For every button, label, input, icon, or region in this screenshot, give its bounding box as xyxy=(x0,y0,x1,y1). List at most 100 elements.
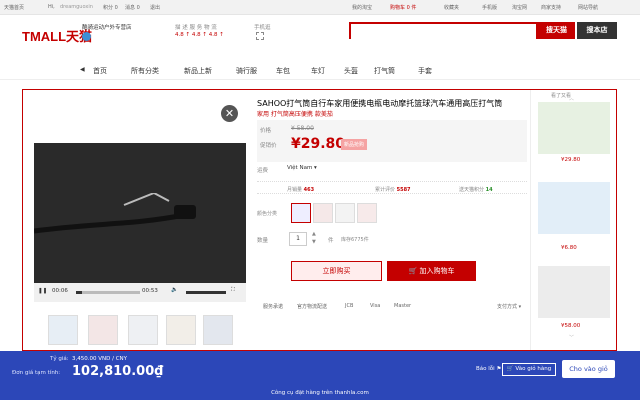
username-link[interactable]: dreamguoxin xyxy=(60,4,93,10)
promo-badge: 新品抢购 xyxy=(341,139,368,150)
buy-now-button[interactable]: 立即购买 xyxy=(291,261,382,281)
thumbnail[interactable] xyxy=(88,315,118,345)
price-box: 价格 ¥ 58.00 促销价 ¥29.80 新品抢购 xyxy=(257,120,527,162)
volume-icon[interactable]: 🔈 xyxy=(171,287,178,293)
go-to-cart-button[interactable]: 🛒 Vào giỏ hàng xyxy=(502,363,556,376)
recommended-price: ¥29.80 xyxy=(561,157,581,163)
mobile-shop-label: 手机逛 xyxy=(254,25,271,31)
sidebar-title: 看了又看 xyxy=(551,93,572,99)
search-store-button[interactable]: 搜本店 xyxy=(577,22,617,39)
tmall-points: 送天猫积分 14 xyxy=(459,187,493,193)
pause-icon[interactable]: ❚❚ xyxy=(38,288,47,294)
store-ratings-values: 4.8 ↑ 4.8 ↑ 4.8 ↑ xyxy=(175,32,224,38)
chevron-up-icon[interactable]: ︿ xyxy=(569,95,574,102)
overlay-footer: Công cụ đặt hàng trên thanhla.com xyxy=(271,390,369,396)
tmall-home-link[interactable]: 天猫首页 xyxy=(4,4,24,11)
store-badge-icon xyxy=(82,32,91,41)
nav-item-all[interactable]: 所有分类 xyxy=(131,66,159,76)
shipping-destination-select[interactable]: Việt Nam ▾ xyxy=(287,165,317,171)
chevron-down-icon[interactable]: ﹀ xyxy=(569,334,574,341)
nav-item-gloves[interactable]: 手套 xyxy=(418,66,432,76)
taobao-link[interactable]: 淘宝网 xyxy=(512,4,527,11)
store-name[interactable]: 酷骑运动户外专营店 xyxy=(82,23,132,31)
recommended-product-image[interactable] xyxy=(538,266,610,318)
service-item: 服务承诺 xyxy=(263,304,284,310)
thumbnail[interactable] xyxy=(203,315,233,345)
nav-item-lights[interactable]: 车灯 xyxy=(311,66,325,76)
quantity-input[interactable]: 1 xyxy=(289,232,307,246)
nav-item-new[interactable]: 新品上新 xyxy=(184,66,212,76)
original-price: ¥ 58.00 xyxy=(291,125,314,132)
cart-icon: 🛒 xyxy=(506,366,514,372)
product-panel: ✕ ❚❚ 00:06 00:53 🔈 ⛶ SAHOO打气筒自行车家用便携电瓶电动… xyxy=(22,89,617,351)
color-swatch[interactable] xyxy=(357,203,377,223)
video-progress-bar[interactable] xyxy=(76,291,140,294)
quantity-up-icon[interactable]: ▲ xyxy=(312,231,316,237)
service-item: 官方物流配送 xyxy=(297,304,328,310)
thumbnail[interactable] xyxy=(48,315,78,345)
recommended-product-image[interactable] xyxy=(538,102,610,154)
search-tmall-button[interactable]: 搜天猫 xyxy=(538,22,575,39)
color-swatch[interactable] xyxy=(335,203,355,223)
recommended-price: ¥58.00 xyxy=(561,323,581,329)
price-label: 价格 xyxy=(260,128,272,134)
add-to-cart-button[interactable]: 🛒 加入购物车 xyxy=(387,261,476,281)
video-controls: ❚❚ 00:06 00:53 🔈 ⛶ xyxy=(34,283,246,302)
order-tool-bar: Tỷ giá: 3,450.00 VND / CNY Đơn giá tạm t… xyxy=(0,351,640,400)
recommended-product-image[interactable] xyxy=(538,182,610,234)
product-title: SAHOO打气筒自行车家用便携电瓶电动摩托篮球汽车通用高压打气筒 xyxy=(257,99,503,108)
review-count[interactable]: 累计评价 5587 xyxy=(375,186,411,193)
product-video[interactable]: ❚❚ 00:06 00:53 🔈 ⛶ xyxy=(34,143,246,302)
logout-link[interactable]: 退出 xyxy=(150,4,160,11)
shipping-label: 运费 xyxy=(257,168,269,174)
nav-item-bags[interactable]: 车包 xyxy=(276,66,290,76)
favorites-link[interactable]: 收藏夹 xyxy=(444,4,459,11)
nav-item-helmets[interactable]: 头盔 xyxy=(344,66,358,76)
thumbnail-strip xyxy=(48,315,248,345)
payment-visa: Visa xyxy=(370,303,381,309)
store-nav: ◀ 首页 所有分类 新品上新 骑行服 车包 车灯 头盔 打气筒 手套 xyxy=(0,62,640,80)
cart-icon: 🛒 xyxy=(408,267,418,275)
thumbnail[interactable] xyxy=(128,315,158,345)
video-time-total: 00:53 xyxy=(142,288,158,294)
color-swatch[interactable] xyxy=(291,203,311,223)
stock-count: 库存6775件 xyxy=(341,237,369,243)
payment-methods-dropdown[interactable]: 支付方式 ▾ xyxy=(497,303,521,310)
merchant-link[interactable]: 商家支持 xyxy=(541,4,561,11)
messages-link[interactable]: 消息 0 xyxy=(125,4,140,11)
add-to-cart-vn-button[interactable]: Cho vào giỏ xyxy=(562,360,615,378)
close-icon[interactable]: ✕ xyxy=(221,105,238,122)
color-label: 颜色分类 xyxy=(257,211,278,217)
flag-icon: ⚑ xyxy=(496,366,502,372)
quantity-down-icon[interactable]: ▼ xyxy=(312,239,316,245)
sales-stats: 月销量 463 累计评价 5587 送天猫积分 14 xyxy=(257,181,527,194)
color-swatch[interactable] xyxy=(313,203,333,223)
search-input[interactable] xyxy=(351,31,536,45)
exchange-rate-label: Tỷ giá: xyxy=(50,356,69,362)
thumbnail[interactable] xyxy=(166,315,196,345)
monthly-sales: 月销量 463 xyxy=(287,187,315,193)
quantity-unit: 件 xyxy=(328,238,334,244)
volume-slider[interactable] xyxy=(186,291,226,294)
fullscreen-icon[interactable]: ⛶ xyxy=(231,287,235,294)
pump-hose-image xyxy=(34,193,196,234)
nav-item-home[interactable]: 首页 xyxy=(93,66,107,76)
quantity-label: 数量 xyxy=(257,238,269,244)
cart-link[interactable]: 购物车 0 件 xyxy=(390,4,416,11)
search-box xyxy=(349,22,538,45)
store-ratings-label: 描 述 服 务 物 流 xyxy=(175,25,217,31)
payment-jcb: JCB xyxy=(345,303,354,309)
nav-item-pumps[interactable]: 打气筒 xyxy=(374,66,395,76)
home-arrow-icon: ◀ xyxy=(80,66,85,73)
mobile-link[interactable]: 手机版 xyxy=(482,4,497,11)
top-bar: 天猫首页 Hi, dreamguoxin 积分 0 消息 0 退出 我的淘宝 购… xyxy=(0,0,640,15)
qr-code-icon[interactable] xyxy=(256,32,264,40)
payment-master: Master xyxy=(394,303,412,309)
video-time-current: 00:06 xyxy=(52,288,68,294)
nav-item-cycling-wear[interactable]: 骑行服 xyxy=(236,66,257,76)
product-subtitle: 家用 打气筒高压便携 款美茄 xyxy=(257,111,333,118)
points-link[interactable]: 积分 0 xyxy=(103,4,118,11)
sitemap-link[interactable]: 网站导航 xyxy=(578,4,598,11)
report-error-link[interactable]: Báo lỗi ⚑ xyxy=(476,366,501,372)
my-taobao-link[interactable]: 我的淘宝 xyxy=(352,4,372,11)
